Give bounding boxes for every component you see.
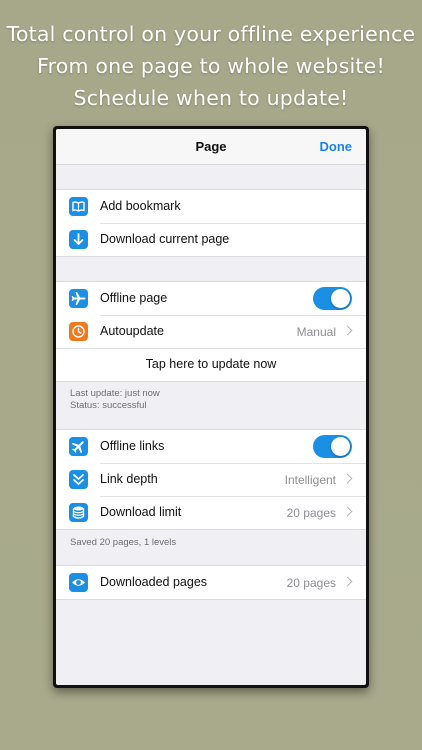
update-status-note: Last update: just now Status: successful [70,388,160,412]
saved-pages-note: Saved 20 pages, 1 levels [70,537,176,549]
offline-links-row: Offline links [56,430,366,463]
link-depth-row[interactable]: Link depth Intelligent [56,463,366,496]
clock-icon [69,322,88,341]
download-current-page-row[interactable]: Download current page [56,223,366,256]
toggle-knob [331,289,350,308]
chevron-right-icon [342,576,353,587]
headline-line-2: From one page to whole website! [37,54,385,78]
update-now-row[interactable]: Tap here to update now [56,348,366,381]
settings-screen: Page Done Add bookmark Download current … [56,129,366,685]
done-button[interactable]: Done [320,139,353,154]
database-icon [69,503,88,522]
update-now-button[interactable]: Tap here to update now [56,357,366,371]
chevrons-down-icon [69,470,88,489]
navigation-bar: Page Done [56,129,366,165]
offline-links-label: Offline links [100,439,165,453]
autoupdate-value: Manual [296,325,336,339]
airplane-links-icon [69,437,88,456]
airplane-icon [69,289,88,308]
downloaded-pages-row[interactable]: Downloaded pages 20 pages [56,566,366,599]
saved-pages-text: Saved 20 pages, 1 levels [70,537,177,548]
download-current-page-label: Download current page [100,232,230,246]
autoupdate-row[interactable]: Autoupdate Manual [56,315,366,348]
chevron-right-icon [342,325,353,336]
download-limit-row[interactable]: Download limit 20 pages [56,496,366,529]
offline-links-group: Offline links Link depth Intelligent Dow… [56,429,366,530]
offline-page-toggle[interactable] [313,287,352,310]
headline-line-1: Total control on your offline experience [6,22,416,46]
offline-page-row: Offline page [56,282,366,315]
autoupdate-label: Autoupdate [100,324,164,338]
downloaded-pages-group: Downloaded pages 20 pages [56,565,366,600]
link-depth-label: Link depth [100,472,158,486]
download-arrow-icon [69,230,88,249]
chevron-right-icon [342,506,353,517]
add-bookmark-row[interactable]: Add bookmark [56,190,366,223]
last-update-text: Last update: just now [70,388,160,399]
link-depth-value: Intelligent [284,473,336,487]
downloaded-pages-label: Downloaded pages [100,575,208,589]
add-bookmark-label: Add bookmark [100,199,181,213]
chevron-right-icon [342,473,353,484]
headline-line-3: Schedule when to update! [73,86,349,110]
offline-links-toggle[interactable] [313,435,352,458]
book-icon [69,197,88,216]
offline-page-group: Offline page Autoupdate Manual Tap here … [56,281,366,382]
eye-icon [69,573,88,592]
headline: Total control on your offline experience… [0,18,422,114]
bookmark-group: Add bookmark Download current page [56,189,366,257]
download-limit-value: 20 pages [286,506,336,520]
offline-page-label: Offline page [100,291,168,305]
download-limit-label: Download limit [100,505,182,519]
downloaded-pages-value: 20 pages [286,576,336,590]
device-frame: Page Done Add bookmark Download current … [53,126,369,688]
status-text: Status: successful [70,400,147,411]
toggle-knob [331,437,350,456]
